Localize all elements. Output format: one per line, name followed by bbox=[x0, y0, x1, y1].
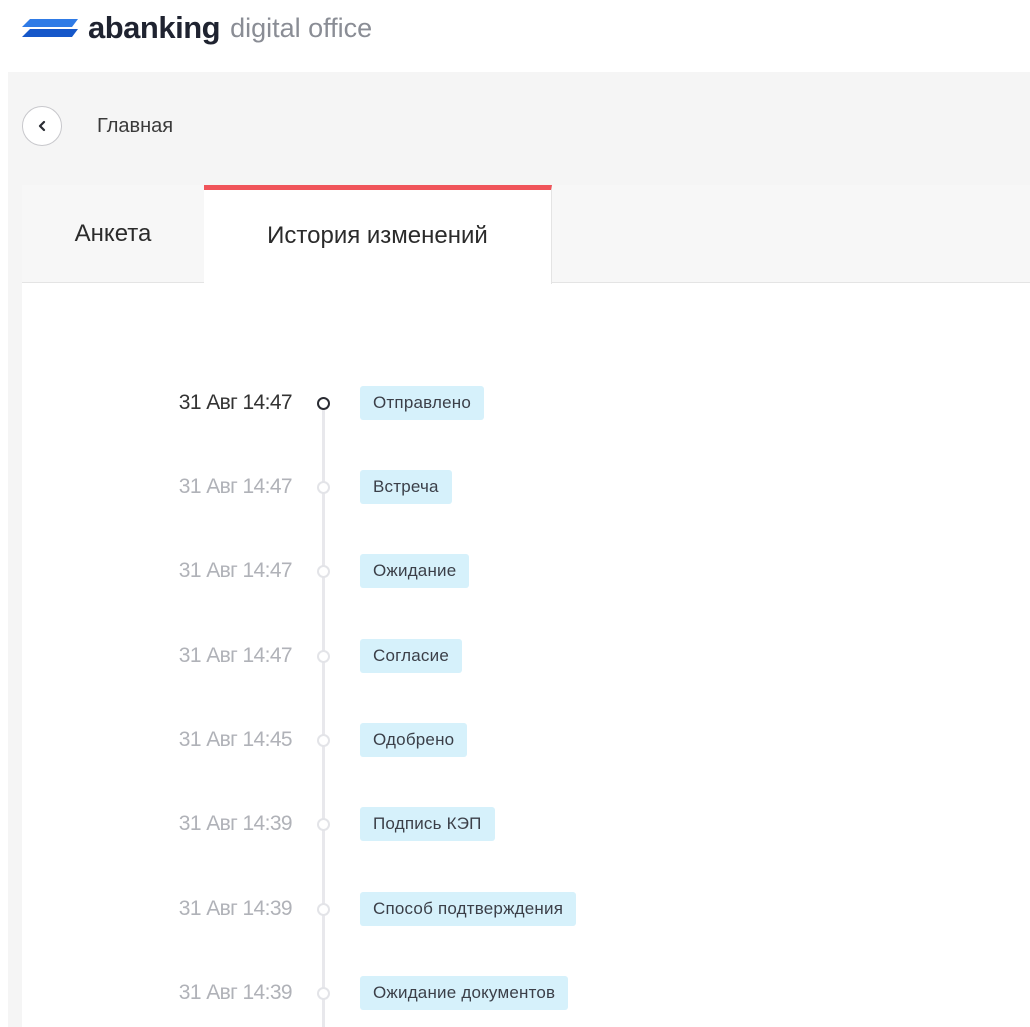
timeline-dot-icon bbox=[317, 903, 330, 916]
status-badge: Одобрено bbox=[360, 723, 468, 757]
timeline-dot-icon bbox=[317, 397, 330, 410]
timeline-dot-icon bbox=[317, 818, 330, 831]
timeline-date: 31 Авг 14:39 bbox=[178, 812, 293, 835]
timeline-date: 31 Авг 14:47 bbox=[178, 475, 293, 498]
status-badge: Способ подтверждения bbox=[360, 892, 577, 926]
timeline-item: 31 Авг 14:47 Согласие bbox=[0, 638, 1030, 674]
timeline-date: 31 Авг 14:39 bbox=[178, 897, 293, 920]
timeline-item: 31 Авг 14:39 Ожидание документов bbox=[0, 975, 1030, 1011]
timeline-item: 31 Авг 14:39 Способ подтверждения bbox=[0, 891, 1030, 927]
status-badge: Подпись КЭП bbox=[360, 807, 495, 841]
timeline-date: 31 Авг 14:47 bbox=[178, 644, 293, 667]
timeline-date: 31 Авг 14:45 bbox=[178, 728, 293, 751]
timeline-item: 31 Авг 14:47 Отправлено bbox=[0, 385, 1030, 421]
timeline-date: 31 Авг 14:39 bbox=[178, 981, 293, 1004]
history-timeline: 31 Авг 14:47 Отправлено 31 Авг 14:47 Вст… bbox=[0, 0, 1030, 1027]
timeline-item: 31 Авг 14:45 Одобрено bbox=[0, 722, 1030, 758]
status-badge: Согласие bbox=[360, 639, 462, 673]
status-badge: Отправлено bbox=[360, 386, 484, 420]
timeline-item: 31 Авг 14:47 Ожидание bbox=[0, 553, 1030, 589]
status-badge: Ожидание bbox=[360, 554, 470, 588]
timeline-dot-icon bbox=[317, 987, 330, 1000]
timeline-date: 31 Авг 14:47 bbox=[178, 559, 293, 582]
timeline-dot-icon bbox=[317, 565, 330, 578]
timeline-item: 31 Авг 14:47 Встреча bbox=[0, 469, 1030, 505]
timeline-dot-icon bbox=[317, 481, 330, 494]
status-badge: Ожидание документов bbox=[360, 976, 569, 1010]
timeline-dot-icon bbox=[317, 650, 330, 663]
status-badge: Встреча bbox=[360, 470, 452, 504]
timeline-dot-icon bbox=[317, 734, 330, 747]
timeline-date: 31 Авг 14:47 bbox=[178, 391, 293, 414]
timeline-item: 31 Авг 14:39 Подпись КЭП bbox=[0, 806, 1030, 842]
